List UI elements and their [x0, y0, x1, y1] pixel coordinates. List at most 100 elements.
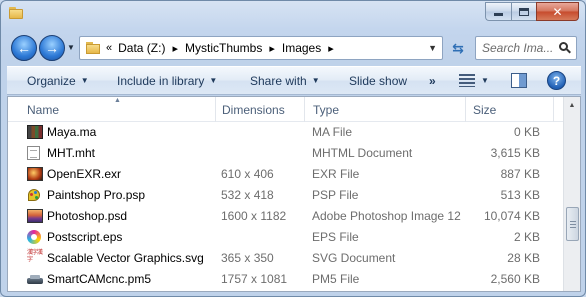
file-row[interactable]: SmartCAMcnc.pm5 1757 x 1081 PM5 File 2,5…: [8, 269, 564, 290]
file-size: 2,560 KB: [490, 272, 540, 286]
column-header-dimensions[interactable]: Dimensions: [222, 103, 285, 117]
column-divider[interactable]: [465, 97, 466, 122]
file-name: Maya.ma: [47, 125, 97, 139]
slide-show-button[interactable]: Slide show: [343, 70, 413, 92]
file-row[interactable]: Maya.ma MA File 0 KB: [8, 122, 564, 143]
address-bar[interactable]: « Data (Z:) ▸ MysticThumbs ▸ Images ▸ ▼: [79, 36, 443, 60]
vertical-scrollbar[interactable]: ▲: [563, 97, 580, 291]
file-type: MHTML Document: [312, 146, 413, 160]
folder-icon: [9, 7, 23, 19]
sort-ascending-icon: ▲: [114, 97, 121, 104]
file-size: 28 KB: [507, 251, 540, 265]
search-input[interactable]: [482, 41, 562, 55]
breadcrumb-overflow-button[interactable]: «: [106, 42, 112, 54]
file-type: SVG Document: [312, 251, 396, 265]
breadcrumb-item-drive[interactable]: Data (Z:): [118, 41, 165, 55]
breadcrumb: « Data (Z:) ▸ MysticThumbs ▸ Images ▸: [106, 41, 341, 55]
psd-image-icon: [27, 209, 43, 223]
file-name: Photoshop.psd: [47, 209, 128, 223]
search-icon[interactable]: [559, 42, 571, 54]
file-dimensions: 1600 x 1182: [221, 209, 287, 223]
minimize-icon: [494, 13, 503, 16]
file-type: PSP File: [312, 188, 359, 202]
minimize-button[interactable]: [485, 2, 511, 21]
chevron-down-icon: ▼: [311, 76, 320, 85]
close-icon: ✕: [552, 4, 563, 19]
folder-icon: [86, 42, 100, 54]
chevron-down-icon: ▼: [209, 76, 218, 85]
file-name: MHT.mht: [47, 146, 95, 160]
file-size: 513 KB: [500, 188, 540, 202]
preview-pane-icon[interactable]: [511, 73, 527, 88]
file-dimensions: 1757 x 1081: [221, 272, 288, 286]
breadcrumb-separator-icon[interactable]: ▸: [172, 42, 178, 55]
file-name: OpenEXR.exr: [47, 167, 122, 181]
breadcrumb-item-images[interactable]: Images: [282, 41, 321, 55]
change-view-icon[interactable]: [459, 74, 475, 87]
file-row[interactable]: Photoshop.psd 1600 x 1182 Adobe Photosho…: [8, 206, 564, 227]
include-in-library-button[interactable]: Include in library ▼: [111, 70, 223, 92]
file-size: 10,074 KB: [483, 209, 540, 223]
maximize-button[interactable]: [511, 2, 536, 21]
column-header-row: ▲ Name Dimensions Type Size: [8, 97, 564, 122]
file-rows: Maya.ma MA File 0 KB MHT.mht MHTML Docum…: [8, 122, 564, 290]
file-list: ▲ Name Dimensions Type Size Maya.ma MA F…: [7, 96, 581, 292]
file-type: Adobe Photoshop Image 12: [312, 209, 461, 223]
share-with-button[interactable]: Share with ▼: [244, 70, 326, 92]
organize-button[interactable]: Organize ▼: [21, 70, 95, 92]
explorer-window: ✕ ← → ▼ « Data (Z:) ▸ MysticThumbs ▸ Ima…: [0, 0, 586, 297]
file-dimensions: 365 x 350: [221, 251, 274, 265]
file-row[interactable]: Paintshop Pro.psp 532 x 418 PSP File 513…: [8, 185, 564, 206]
breadcrumb-separator-icon[interactable]: ▸: [269, 42, 275, 55]
refresh-button[interactable]: ⇆: [447, 38, 469, 58]
file-row[interactable]: OpenEXR.exr 610 x 406 EXR File 887 KB: [8, 164, 564, 185]
file-type: PM5 File: [312, 272, 360, 286]
file-dimensions: 532 x 418: [221, 188, 274, 202]
maximize-icon: [519, 7, 529, 16]
view-options-dropdown-icon[interactable]: ▼: [481, 76, 489, 85]
share-with-label: Share with: [250, 73, 307, 88]
back-button[interactable]: ←: [11, 35, 37, 61]
breadcrumb-item-mysticthumbs[interactable]: MysticThumbs: [185, 41, 262, 55]
file-size: 2 KB: [513, 230, 540, 244]
chevron-down-icon: ▼: [80, 76, 89, 85]
cnc-machine-icon: [27, 274, 43, 286]
include-in-library-label: Include in library: [117, 73, 205, 88]
more-commands-icon: »: [429, 73, 436, 88]
maya-file-icon: [27, 125, 43, 139]
mhtml-file-icon: [27, 146, 40, 160]
window-controls: ✕: [485, 2, 579, 21]
organize-label: Organize: [27, 73, 76, 88]
column-divider[interactable]: [304, 97, 305, 122]
file-row[interactable]: Postscript.eps EPS File 2 KB: [8, 227, 564, 248]
column-header-name[interactable]: Name: [27, 103, 59, 117]
arrow-left-icon: ←: [17, 40, 31, 56]
file-name: Scalable Vector Graphics.svg: [47, 251, 204, 265]
help-icon[interactable]: ?: [547, 71, 566, 90]
forward-button[interactable]: →: [39, 35, 65, 61]
more-commands-button[interactable]: »: [423, 70, 442, 92]
breadcrumb-separator-icon[interactable]: ▸: [328, 42, 334, 55]
file-row[interactable]: 漢字漢字 Scalable Vector Graphics.svg 365 x …: [8, 248, 564, 269]
recent-pages-button[interactable]: ▼: [67, 43, 75, 52]
slide-show-label: Slide show: [349, 73, 408, 88]
file-row[interactable]: MHT.mht MHTML Document 3,615 KB: [8, 143, 564, 164]
column-header-type[interactable]: Type: [313, 103, 339, 117]
svg-image-icon: 漢字漢字: [27, 250, 43, 263]
column-header-size[interactable]: Size: [473, 103, 496, 117]
eps-file-icon: [27, 230, 41, 244]
file-dimensions: 610 x 406: [221, 167, 274, 181]
scroll-up-icon[interactable]: ▲: [564, 97, 580, 114]
file-name: SmartCAMcnc.pm5: [47, 272, 152, 286]
column-divider[interactable]: [553, 97, 554, 122]
address-dropdown-icon[interactable]: ▼: [428, 43, 437, 53]
paintshop-file-icon: [27, 187, 43, 203]
chevron-down-icon: ▼: [67, 43, 75, 52]
scroll-thumb[interactable]: [566, 207, 579, 241]
column-divider[interactable]: [215, 97, 216, 122]
file-name: Paintshop Pro.psp: [47, 188, 146, 202]
file-type: EXR File: [312, 167, 360, 181]
file-size: 887 KB: [500, 167, 540, 181]
close-button[interactable]: ✕: [536, 2, 579, 21]
exr-image-icon: [27, 167, 43, 181]
